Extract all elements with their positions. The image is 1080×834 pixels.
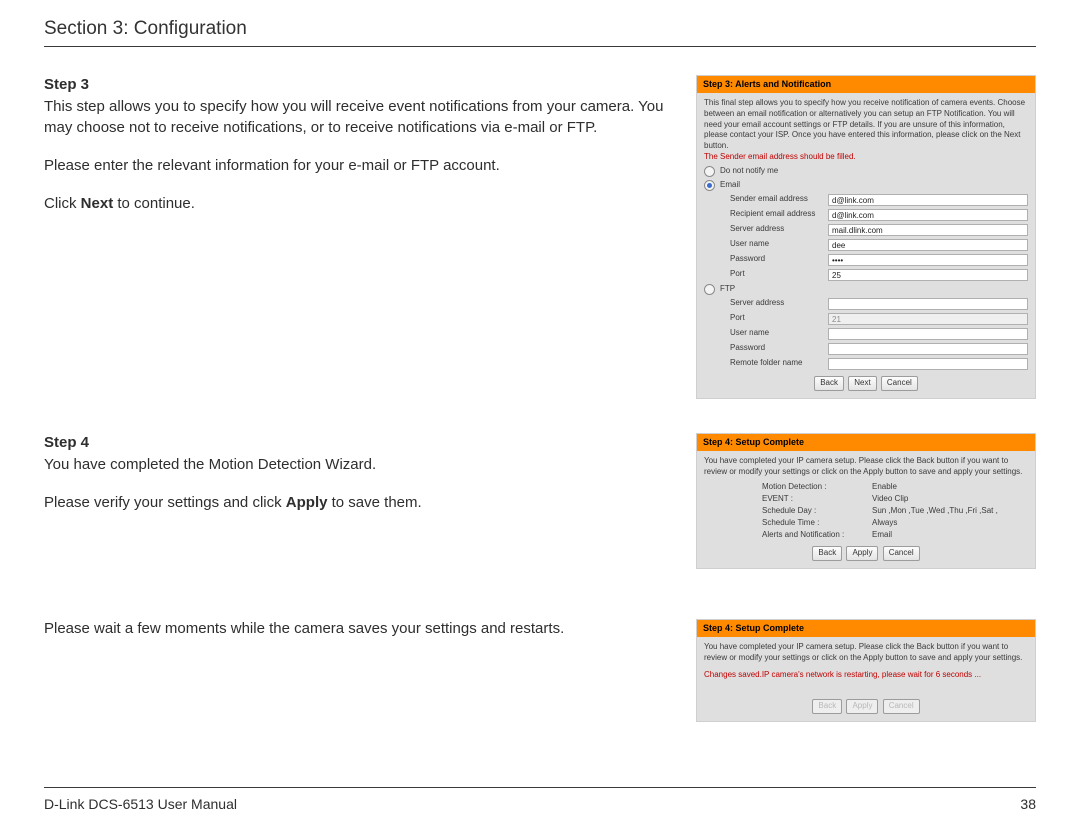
page: Section 3: Configuration Step 3 This ste… — [0, 0, 1080, 834]
step3-label: Step 3 — [44, 75, 670, 95]
ftp-server-label: Server address — [730, 298, 828, 309]
step4-p3: Please wait a few moments while the came… — [44, 620, 564, 637]
ftp-user-label: User name — [730, 328, 828, 339]
step3-row: Step 3 This step allows you to specify h… — [44, 75, 1036, 399]
cancel-button[interactable]: Cancel — [881, 376, 918, 391]
radio-icon — [704, 284, 715, 295]
panel3-title: Step 4: Setup Complete — [697, 620, 1035, 637]
summary-time-value: Always — [872, 518, 897, 529]
sender-input[interactable]: d@link.com — [828, 194, 1028, 206]
step3-p2: Please enter the relevant information fo… — [44, 157, 500, 174]
step4-restart-row: Please wait a few moments while the came… — [44, 619, 1036, 721]
cancel-button: Cancel — [883, 699, 920, 714]
summary-event-value: Video Clip — [872, 494, 908, 505]
option-ftp[interactable]: FTP — [704, 284, 1028, 295]
ftp-folder-label: Remote folder name — [730, 358, 828, 369]
pass-label: Password — [730, 254, 828, 265]
summary-time-label: Schedule Time : — [762, 518, 872, 529]
step4-row: Step 4 You have completed the Motion Det… — [44, 433, 1036, 570]
step4-bold-apply: Apply — [286, 494, 328, 511]
server-label: Server address — [730, 224, 828, 235]
summary-day-value: Sun ,Mon ,Tue ,Wed ,Thu ,Fri ,Sat , — [872, 506, 998, 517]
option-email[interactable]: Email — [704, 180, 1028, 191]
wizard-panel-alerts: Step 3: Alerts and Notification This fin… — [696, 75, 1036, 399]
step3-p3c: to continue. — [113, 195, 195, 212]
step4-restart-text: Please wait a few moments while the came… — [44, 619, 670, 639]
summary-day-label: Schedule Day : — [762, 506, 872, 517]
step3-p3a: Click — [44, 195, 81, 212]
step4-p1: You have completed the Motion Detection … — [44, 456, 376, 473]
header-rule — [44, 46, 1036, 47]
ftp-fields: Server address Port21 User name Password… — [730, 298, 1028, 370]
port-input[interactable]: 25 — [828, 269, 1028, 281]
user-label: User name — [730, 239, 828, 250]
back-button[interactable]: Back — [812, 546, 842, 561]
panel1-title: Step 3: Alerts and Notification — [697, 76, 1035, 93]
next-button[interactable]: Next — [848, 376, 876, 391]
recipient-label: Recipient email address — [730, 209, 828, 220]
cancel-button[interactable]: Cancel — [883, 546, 920, 561]
panel2-buttons: Back Apply Cancel — [704, 546, 1028, 561]
step4-p2a: Please verify your settings and click — [44, 494, 286, 511]
panel1-warning: The Sender email address should be fille… — [704, 152, 1028, 163]
option-do-not-notify[interactable]: Do not notify me — [704, 166, 1028, 177]
panel3-restart-msg: Changes saved.IP camera's network is res… — [704, 670, 1028, 681]
back-button[interactable]: Back — [814, 376, 844, 391]
server-input[interactable]: mail.dlink.com — [828, 224, 1028, 236]
step3-p1: This step allows you to specify how you … — [44, 98, 663, 135]
back-button: Back — [812, 699, 842, 714]
step4-text: Step 4 You have completed the Motion Det… — [44, 433, 670, 514]
ftp-user-input[interactable] — [828, 328, 1028, 340]
panel1-buttons: Back Next Cancel — [704, 376, 1028, 391]
panel2-intro: You have completed your IP camera setup.… — [704, 456, 1028, 478]
port-label: Port — [730, 269, 828, 280]
pass-input[interactable]: •••• — [828, 254, 1028, 266]
panel3-intro: You have completed your IP camera setup.… — [704, 642, 1028, 664]
step3-text: Step 3 This step allows you to specify h… — [44, 75, 670, 214]
footer-rule — [44, 787, 1036, 788]
summary-alerts-value: Email — [872, 530, 892, 541]
wizard-panel-complete: Step 4: Setup Complete You have complete… — [696, 433, 1036, 570]
summary-event-label: EVENT : — [762, 494, 872, 505]
ftp-server-input[interactable] — [828, 298, 1028, 310]
ftp-pass-input[interactable] — [828, 343, 1028, 355]
page-number: 38 — [1020, 796, 1036, 812]
ftp-pass-label: Password — [730, 343, 828, 354]
footer-left: D-Link DCS-6513 User Manual — [44, 796, 237, 812]
page-footer: D-Link DCS-6513 User Manual 38 — [44, 787, 1036, 812]
summary-alerts-label: Alerts and Notification : — [762, 530, 872, 541]
apply-button: Apply — [846, 699, 878, 714]
ftp-folder-input[interactable] — [828, 358, 1028, 370]
sender-label: Sender email address — [730, 194, 828, 205]
wizard-panel-restarting: Step 4: Setup Complete You have complete… — [696, 619, 1036, 721]
ftp-port-input[interactable]: 21 — [828, 313, 1028, 325]
step4-label: Step 4 — [44, 433, 670, 453]
summary-md-label: Motion Detection : — [762, 482, 872, 493]
panel1-intro: This final step allows you to specify ho… — [704, 98, 1028, 152]
email-fields: Sender email addressd@link.com Recipient… — [730, 194, 1028, 281]
section-header: Section 3: Configuration — [44, 18, 1036, 46]
user-input[interactable]: dee — [828, 239, 1028, 251]
apply-button[interactable]: Apply — [846, 546, 878, 561]
radio-icon — [704, 166, 715, 177]
option-none-label: Do not notify me — [720, 166, 778, 177]
panel2-title: Step 4: Setup Complete — [697, 434, 1035, 451]
summary-md-value: Enable — [872, 482, 897, 493]
step3-bold-next: Next — [81, 195, 114, 212]
radio-checked-icon — [704, 180, 715, 191]
option-email-label: Email — [720, 180, 740, 191]
option-ftp-label: FTP — [720, 284, 735, 295]
recipient-input[interactable]: d@link.com — [828, 209, 1028, 221]
ftp-port-label: Port — [730, 313, 828, 324]
step4-p2c: to save them. — [327, 494, 421, 511]
panel3-buttons: Back Apply Cancel — [704, 699, 1028, 714]
